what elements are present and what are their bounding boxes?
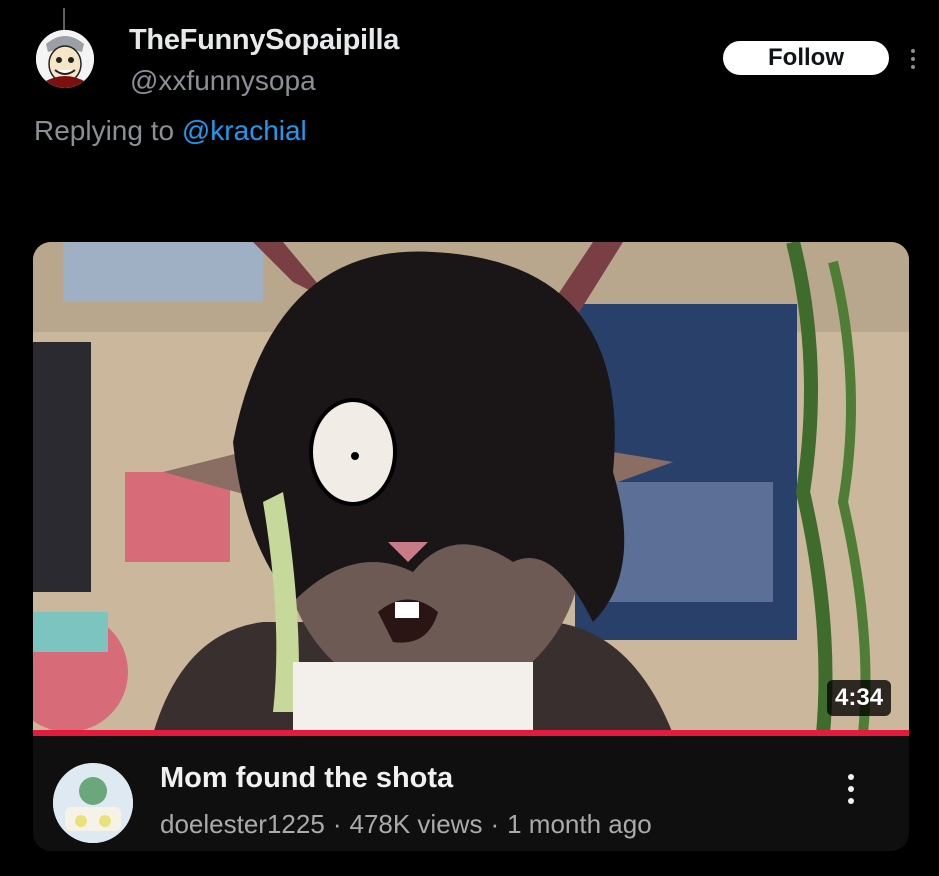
video-meta: doelester1225 · 478K views · 1 month ago <box>160 809 652 840</box>
follow-button[interactable]: Follow <box>722 40 890 76</box>
upload-age: 1 month ago <box>507 809 652 839</box>
thread-connector <box>63 8 65 30</box>
video-progress-bar[interactable] <box>33 730 909 736</box>
meta-separator: · <box>332 809 342 839</box>
author-name[interactable]: TheFunnySopaipilla <box>129 24 399 57</box>
video-duration-badge: 4:34 <box>827 680 892 716</box>
replying-mention-link[interactable]: @krachial <box>182 115 307 146</box>
video-title[interactable]: Mom found the shota <box>160 762 453 795</box>
more-dots-icon[interactable] <box>906 46 920 72</box>
view-count: 478K views <box>349 809 483 839</box>
replying-to: Replying to @krachial <box>34 115 307 147</box>
replying-prefix: Replying to <box>34 115 175 146</box>
author-handle[interactable]: @xxfunnysopa <box>130 65 316 97</box>
author-avatar[interactable] <box>36 30 94 88</box>
video-more-icon[interactable] <box>843 769 859 809</box>
meta-separator: · <box>490 809 500 839</box>
video-card[interactable]: 4:34 Mom found the shota doelester1225 ·… <box>33 242 909 851</box>
channel-avatar[interactable] <box>53 763 133 843</box>
channel-name[interactable]: doelester1225 <box>160 809 325 840</box>
video-thumbnail[interactable] <box>33 242 909 734</box>
